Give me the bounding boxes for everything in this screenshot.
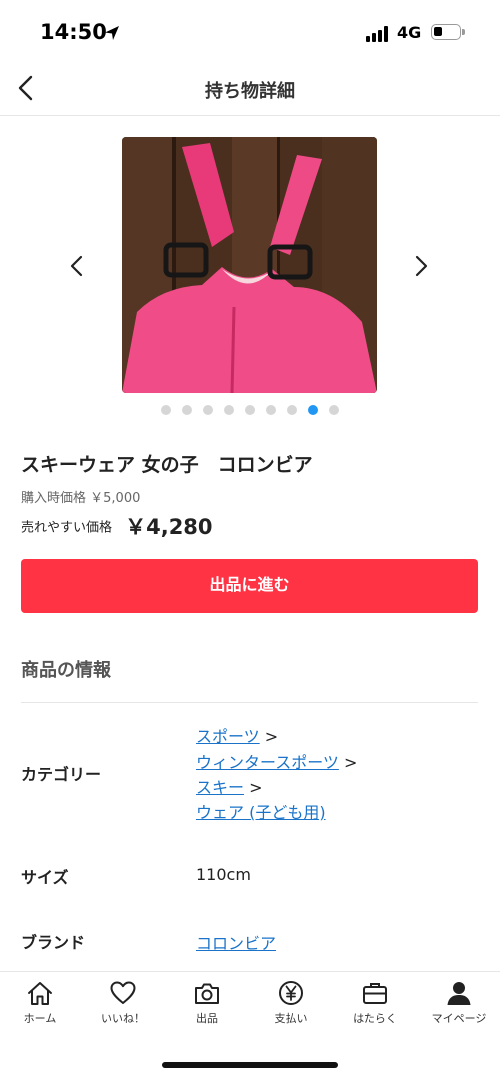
tab-label: マイページ <box>431 1012 487 1025</box>
carousel-indicator <box>0 405 500 417</box>
size-label: サイズ <box>21 868 69 887</box>
category-line: ウェア (子ども用) <box>196 799 326 823</box>
tab-bar: ホーム いいね！ 出品 支払い はたらく マイページ <box>0 971 500 1033</box>
tab-label: ホーム <box>23 1012 57 1025</box>
carousel-dot[interactable] <box>203 405 213 415</box>
signal-icon <box>366 26 390 42</box>
tab-likes[interactable]: いいね！ <box>81 980 165 1026</box>
carousel-dot[interactable] <box>266 405 276 415</box>
list-item-button[interactable]: 出品に進む <box>21 559 478 613</box>
heart-icon <box>110 981 136 1004</box>
carousel-dot[interactable] <box>182 405 192 415</box>
brand-link[interactable]: コロンビア <box>196 930 276 954</box>
category-link[interactable]: スキー <box>196 778 244 797</box>
carousel-dot[interactable] <box>161 405 171 415</box>
chevron-left-icon <box>70 255 83 277</box>
header: 持ち物詳細 <box>0 62 500 116</box>
tab-payment[interactable]: 支払い <box>249 980 333 1026</box>
ski-overalls-photo <box>122 137 377 393</box>
person-icon <box>447 982 471 1005</box>
purchase-price-row: 購入時価格 ￥5,000 <box>21 487 140 506</box>
category-line: スポーツ > <box>196 723 278 747</box>
page-title: 持ち物詳細 <box>205 81 295 102</box>
purchase-price-label: 購入時価格 <box>21 491 87 506</box>
briefcase-icon <box>363 983 387 1004</box>
carousel-next-button[interactable] <box>408 253 434 279</box>
category-separator: > <box>264 727 279 746</box>
category-line: スキー > <box>196 774 263 798</box>
tab-home[interactable]: ホーム <box>0 980 82 1026</box>
purchase-price: ￥5,000 <box>90 491 141 506</box>
sell-price-label: 売れやすい価格 <box>21 520 113 536</box>
status-time: 14:50 <box>40 20 107 44</box>
brand-label: ブランド <box>21 933 86 952</box>
product-name: スキーウェア 女の子 コロンビア <box>21 454 313 476</box>
divider <box>21 702 478 703</box>
yen-icon <box>279 981 303 1005</box>
section-title: 商品の情報 <box>21 660 111 681</box>
home-indicator <box>162 1062 338 1068</box>
network-type: 4G <box>397 23 422 42</box>
battery-icon <box>431 24 465 40</box>
home-icon <box>28 982 52 1005</box>
carousel-dot[interactable] <box>287 405 297 415</box>
category-link[interactable]: ウィンタースポーツ <box>196 753 339 772</box>
tab-label: 出品 <box>196 1012 218 1025</box>
tab-sell[interactable]: 出品 <box>165 980 249 1026</box>
carousel-dot[interactable] <box>329 405 339 415</box>
location-arrow-icon <box>105 26 119 40</box>
chevron-right-icon <box>415 255 428 277</box>
carousel-dot[interactable] <box>224 405 234 415</box>
status-bar: 14:50 4G <box>0 0 500 62</box>
sell-price-row: 売れやすい価格 ￥4,280 <box>21 511 213 541</box>
tab-label: はたらく <box>353 1012 397 1025</box>
camera-icon <box>195 983 219 1004</box>
carousel-prev-button[interactable] <box>64 253 90 279</box>
tab-label: 支払い <box>274 1012 308 1025</box>
carousel-dot-active[interactable] <box>308 405 318 415</box>
tab-mypage[interactable]: マイページ <box>417 980 500 1026</box>
sell-price: ￥4,280 <box>125 515 213 539</box>
tab-work[interactable]: はたらく <box>333 980 417 1026</box>
image-carousel[interactable] <box>0 137 500 393</box>
category-label: カテゴリー <box>21 765 102 784</box>
category-link[interactable]: スポーツ <box>196 727 260 746</box>
carousel-dot[interactable] <box>245 405 255 415</box>
tab-label: いいね！ <box>101 1012 145 1025</box>
category-line: ウィンタースポーツ > <box>196 749 357 773</box>
category-link[interactable]: ウェア (子ども用) <box>196 803 326 822</box>
size-value: 110cm <box>196 865 251 884</box>
category-separator: > <box>343 753 358 772</box>
category-separator: > <box>249 778 263 797</box>
product-image[interactable] <box>122 137 377 393</box>
